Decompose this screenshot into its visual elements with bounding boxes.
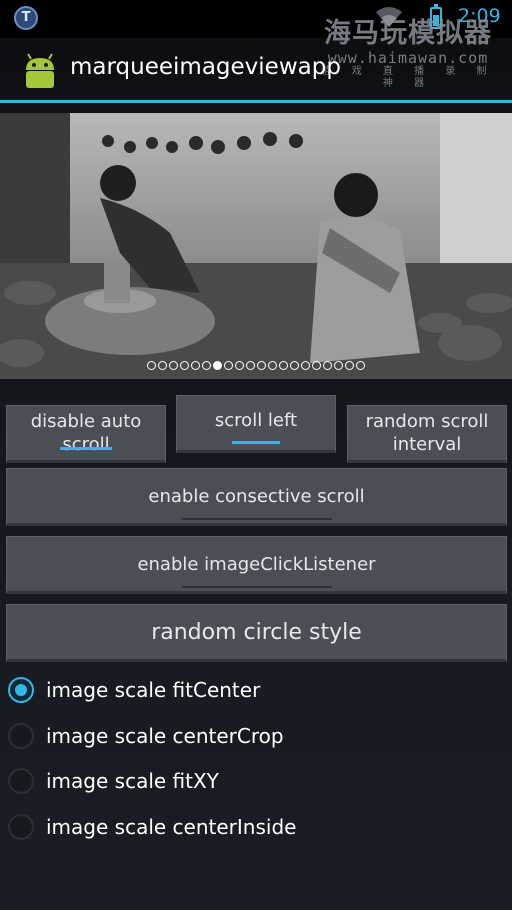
radio-button[interactable]: [8, 723, 34, 749]
button-shadow-line: [181, 518, 332, 520]
page-dot: [246, 361, 255, 370]
page-dot: [301, 361, 310, 370]
disable-auto-scroll-button[interactable]: disable auto scroll: [6, 405, 166, 463]
radio-center-inside[interactable]: image scale centerInside: [8, 805, 508, 849]
focus-underline: [60, 447, 112, 450]
enable-image-click-listener-button[interactable]: enable imageClickListener: [6, 536, 507, 594]
radio-label: image scale fitCenter: [46, 678, 261, 702]
marquee-image-view[interactable]: [0, 113, 512, 379]
radio-fit-center[interactable]: image scale fitCenter: [8, 668, 508, 712]
page-dot: [257, 361, 266, 370]
random-scroll-interval-label: random scroll interval: [365, 411, 489, 455]
page-dot: [147, 361, 156, 370]
page-dot: [169, 361, 178, 370]
page-dot: [279, 361, 288, 370]
scroll-left-label: scroll left: [214, 409, 298, 431]
page-dot: [312, 361, 321, 370]
focus-underline: [232, 441, 280, 444]
page-dot: [224, 361, 233, 370]
random-circle-style-button[interactable]: random circle style: [6, 604, 507, 662]
radio-button[interactable]: [8, 814, 34, 840]
enable-image-click-listener-label: enable imageClickListener: [137, 553, 376, 575]
random-scroll-interval-button[interactable]: random scroll interval: [347, 405, 507, 463]
page-dot: [235, 361, 244, 370]
page-dot: [356, 361, 365, 370]
enable-consective-scroll-button[interactable]: enable consective scroll: [6, 468, 507, 526]
page-dot: [180, 361, 189, 370]
enable-consective-scroll-label: enable consective scroll: [148, 485, 365, 507]
radio-center-crop[interactable]: image scale centerCrop: [8, 714, 508, 758]
page-dot-active: [213, 361, 222, 370]
shield-t-icon: T: [14, 6, 38, 30]
page-dot: [202, 361, 211, 370]
page-indicator: [0, 361, 512, 375]
page-dot: [268, 361, 277, 370]
page-dot: [334, 361, 343, 370]
radio-button-checked[interactable]: [8, 677, 34, 703]
app-title: marqueeimageviewapp: [70, 54, 341, 80]
scroll-left-button[interactable]: scroll left: [176, 395, 336, 453]
radio-label: image scale centerInside: [46, 815, 297, 839]
radio-button[interactable]: [8, 768, 34, 794]
button-shadow-line: [181, 586, 332, 588]
radio-label: image scale centerCrop: [46, 724, 284, 748]
action-bar: marqueeimageviewapp: [0, 38, 512, 102]
page-dot: [290, 361, 299, 370]
page-dot: [345, 361, 354, 370]
page-dot: [158, 361, 167, 370]
android-robot-icon[interactable]: [20, 50, 60, 90]
potters-photo-image: [0, 113, 512, 379]
page-dot: [191, 361, 200, 370]
radio-label: image scale fitXY: [46, 769, 219, 793]
random-circle-style-label: random circle style: [151, 619, 362, 645]
action-bar-divider: [0, 100, 512, 103]
radio-fit-xy[interactable]: image scale fitXY: [8, 759, 508, 803]
page-dot: [323, 361, 332, 370]
